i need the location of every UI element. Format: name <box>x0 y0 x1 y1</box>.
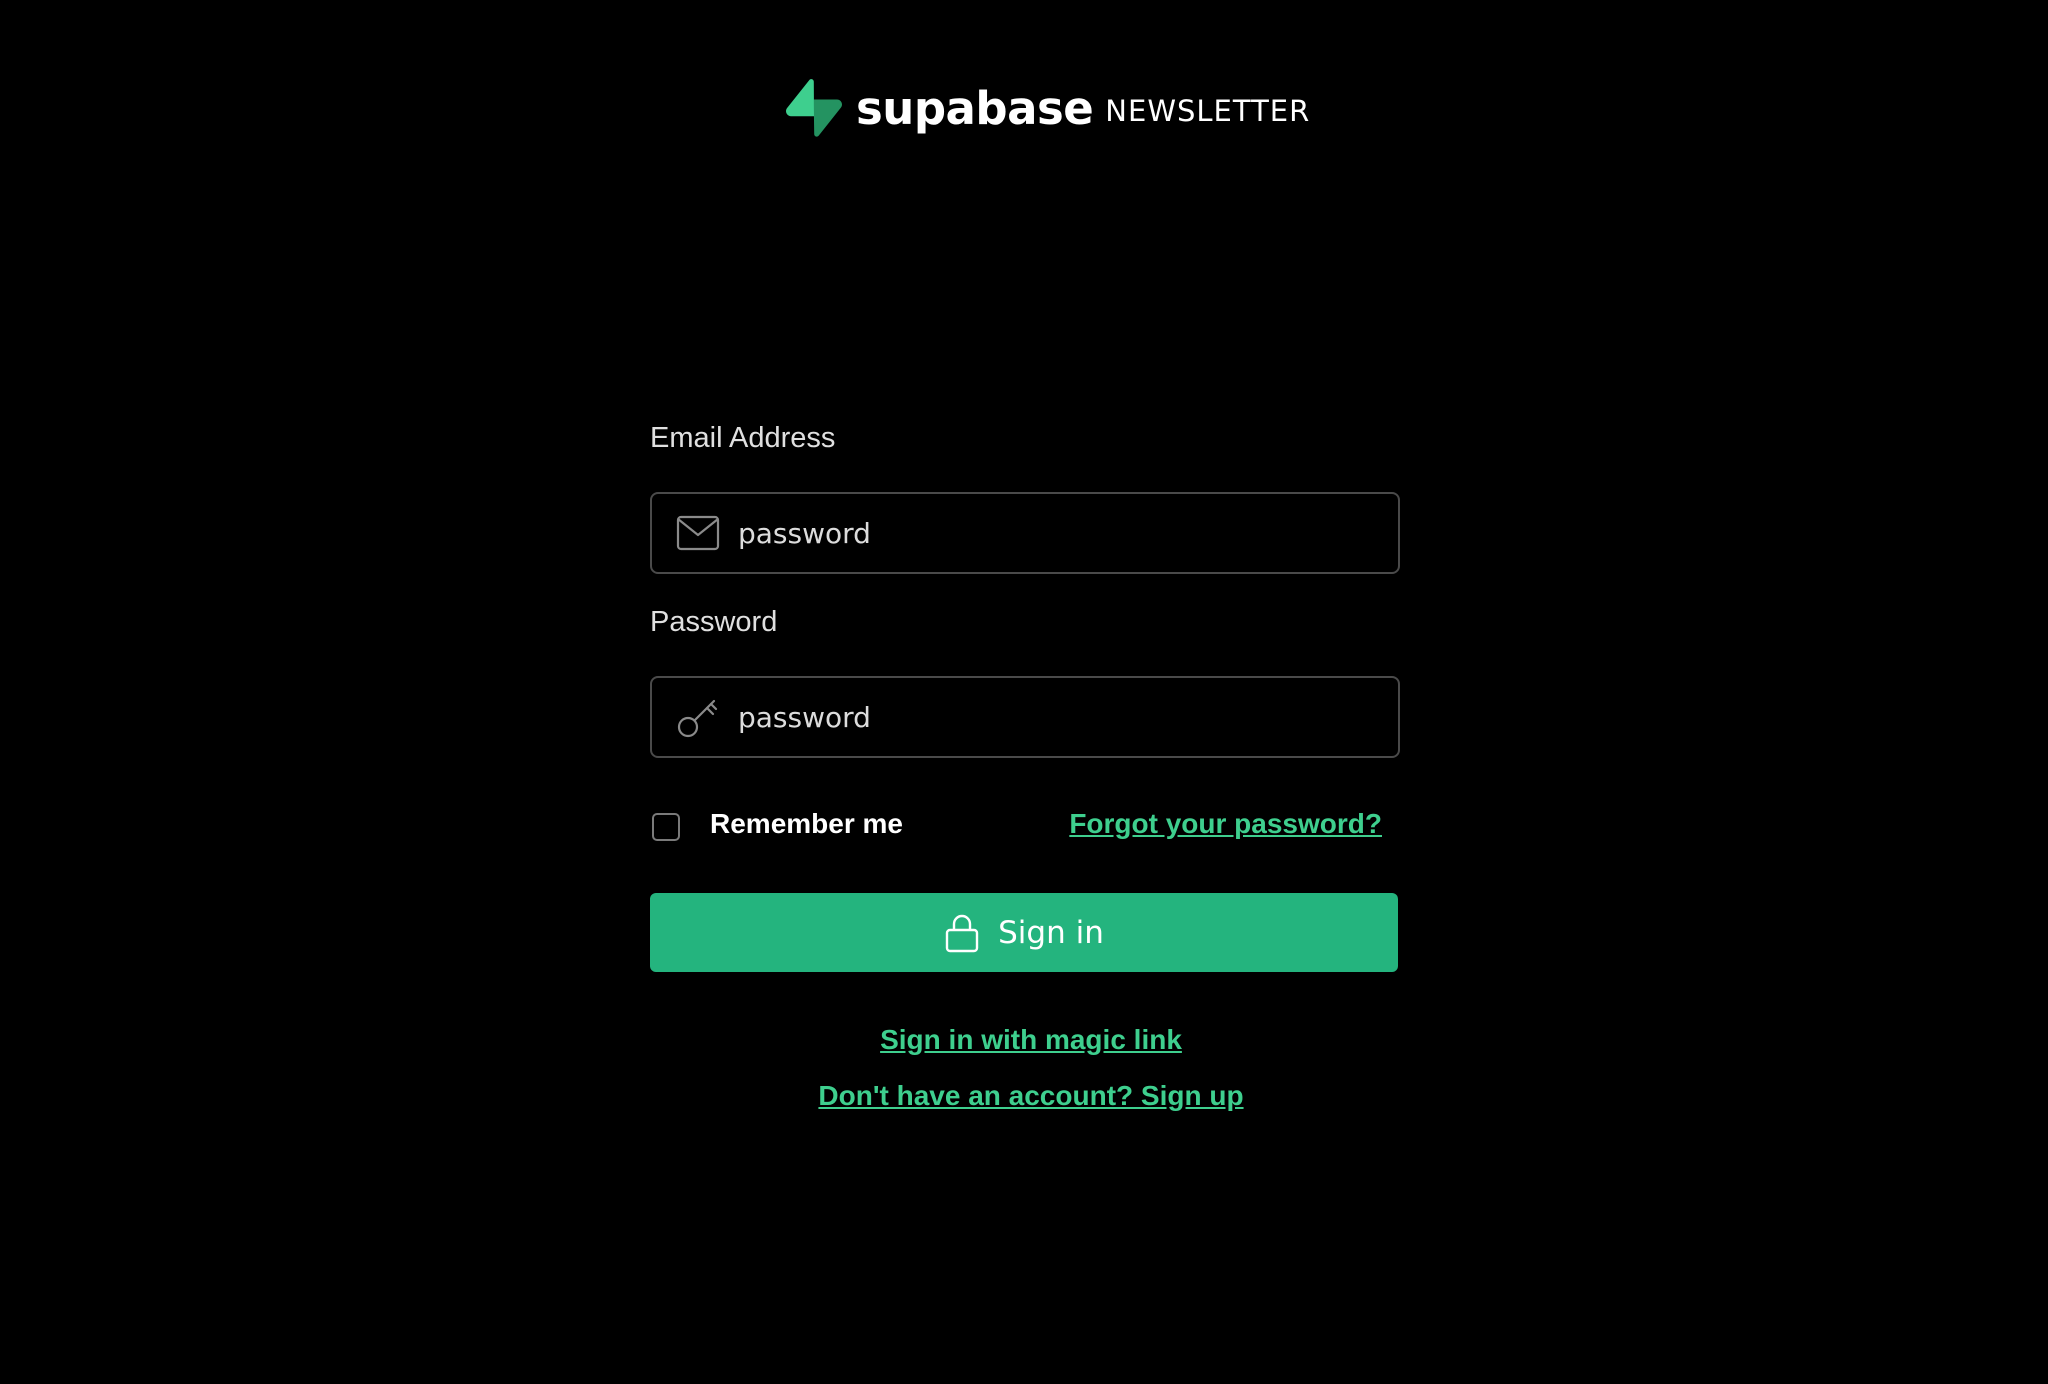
key-icon <box>676 695 720 739</box>
email-label: Email Address <box>650 422 836 454</box>
supabase-bolt-icon <box>786 79 842 137</box>
mail-icon <box>676 511 720 555</box>
sign-up-link[interactable]: Don't have an account? Sign up <box>650 1080 1412 1112</box>
password-field-container[interactable] <box>650 676 1400 758</box>
magic-link[interactable]: Sign in with magic link <box>650 1024 1412 1056</box>
email-field-container[interactable] <box>650 492 1400 574</box>
sign-in-button[interactable]: Sign in <box>650 893 1398 972</box>
forgot-password-link[interactable]: Forgot your password? <box>1069 808 1382 840</box>
brand-name: supabase <box>856 81 1094 135</box>
remember-label[interactable]: Remember me <box>710 808 903 840</box>
brand-subtitle: NEWSLETTER <box>1105 94 1311 128</box>
sign-in-button-label: Sign in <box>998 914 1104 951</box>
password-field[interactable] <box>738 700 1358 734</box>
password-label: Password <box>650 606 778 638</box>
remember-checkbox[interactable] <box>652 813 680 841</box>
email-field[interactable] <box>738 516 1358 550</box>
brand-header: supabase NEWSLETTER <box>786 78 1310 138</box>
remember-row: Remember me Forgot your password? <box>650 806 1398 846</box>
lock-icon <box>945 914 979 952</box>
